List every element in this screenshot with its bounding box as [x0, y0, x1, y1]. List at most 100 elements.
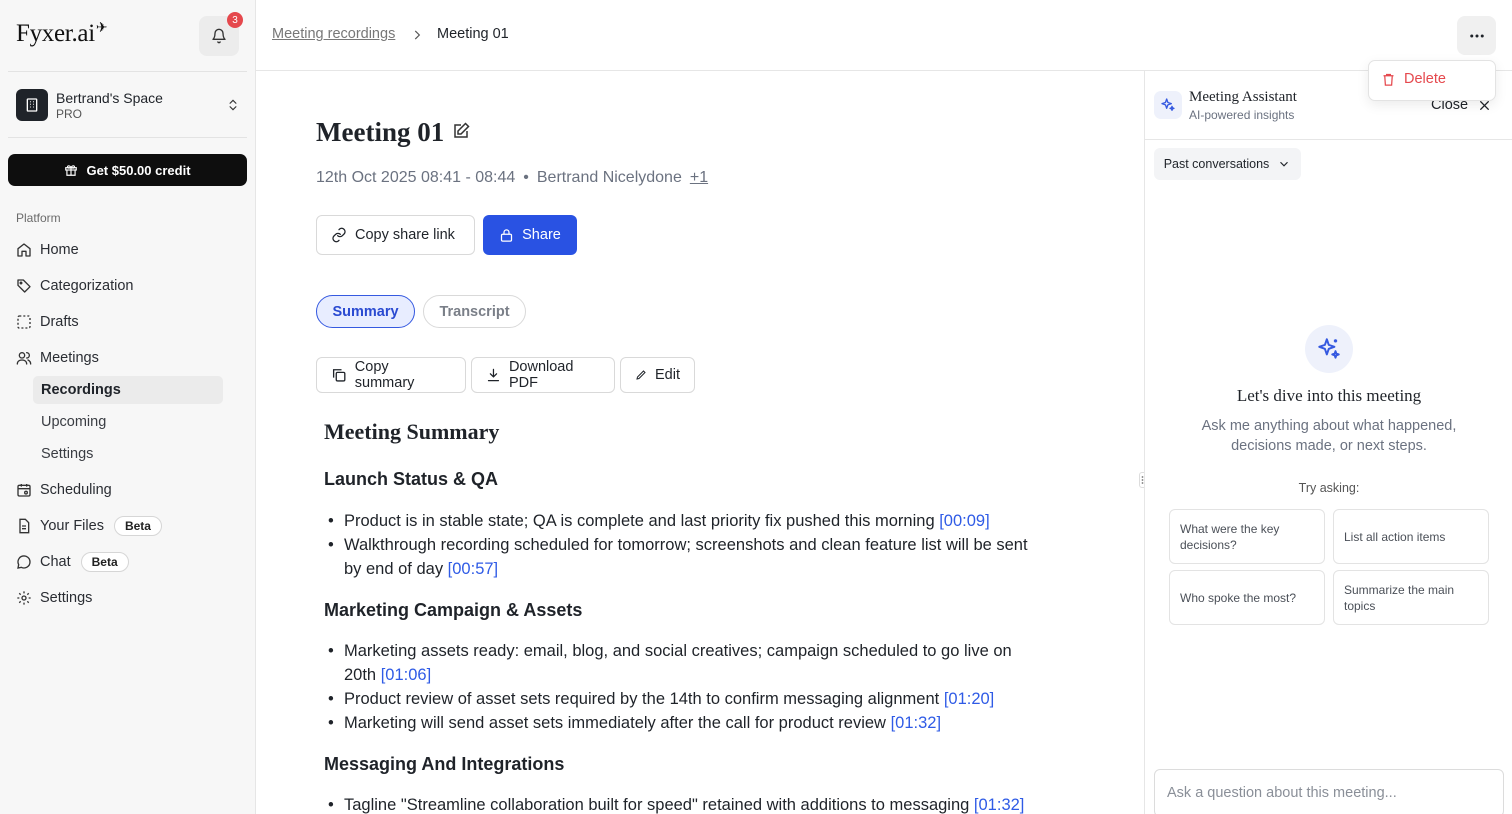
- chevron-right-icon: [414, 30, 421, 40]
- tab-summary[interactable]: Summary: [316, 295, 415, 328]
- timestamp-link[interactable]: [01:32]: [974, 796, 1024, 814]
- sidebar-item-settings[interactable]: Settings: [16, 586, 92, 610]
- tag-icon: [17, 279, 31, 293]
- edit-label: Edit: [655, 367, 680, 383]
- list-item: Tagline "Streamline collaboration built …: [324, 793, 1064, 814]
- beta-badge: Beta: [113, 516, 162, 536]
- sidebar-item-your-files[interactable]: Your Files Beta: [16, 514, 162, 538]
- bullet-list: Product is in stable state; QA is comple…: [324, 509, 1029, 581]
- sidebar-item-label: Scheduling: [40, 482, 112, 498]
- edit-title-icon[interactable]: [452, 122, 470, 140]
- more-options-menu: Delete: [1368, 60, 1496, 101]
- ask-question-input[interactable]: [1154, 769, 1504, 814]
- timestamp-link[interactable]: [01:06]: [381, 666, 431, 684]
- meeting-meta: 12th Oct 2025 08:41 - 08:44 • Bertrand N…: [316, 169, 708, 187]
- tab-transcript[interactable]: Transcript: [423, 295, 526, 328]
- section-heading: Marketing Campaign & Assets: [324, 600, 583, 620]
- section-heading: Launch Status & QA: [324, 469, 499, 489]
- sidebar-item-label: Drafts: [40, 314, 79, 330]
- sidebar-item-chat[interactable]: Chat Beta: [16, 550, 129, 574]
- gear-icon: [17, 591, 31, 605]
- timestamp-link[interactable]: [00:57]: [448, 560, 498, 578]
- bullet-text: Product review of asset sets required by…: [344, 690, 940, 708]
- sidebar-item-scheduling[interactable]: Scheduling: [16, 478, 112, 502]
- workspace-plan: PRO: [56, 106, 83, 121]
- list-item: Marketing assets ready: email, blog, and…: [324, 639, 1029, 687]
- bullet-list: Tagline "Streamline collaboration built …: [324, 793, 1064, 814]
- assistant-subtitle: AI-powered insights: [1189, 108, 1295, 122]
- copy-summary-button[interactable]: Copy summary: [316, 357, 466, 393]
- suggestion-chip[interactable]: Summarize the main topics: [1333, 570, 1489, 625]
- suggestion-chip[interactable]: List all action items: [1333, 509, 1489, 564]
- timestamp-link[interactable]: [00:09]: [939, 512, 989, 530]
- past-conversations-dropdown[interactable]: Past conversations: [1154, 148, 1301, 180]
- sidebar-item-meetings[interactable]: Meetings: [16, 346, 99, 370]
- breadcrumb-meeting-recordings[interactable]: Meeting recordings: [272, 26, 395, 42]
- summary-title: Meeting Summary: [324, 419, 500, 444]
- assistant-title: Meeting Assistant: [1189, 89, 1297, 105]
- sidebar-item-categorization[interactable]: Categorization: [16, 274, 134, 298]
- bullet-text: Product is in stable state; QA is comple…: [344, 512, 935, 530]
- list-item: Product review of asset sets required by…: [324, 687, 1029, 711]
- delete-menu-item[interactable]: Delete: [1381, 71, 1446, 87]
- more-options-button[interactable]: [1457, 16, 1496, 55]
- bullet-text: Walkthrough recording scheduled for tomo…: [344, 536, 1028, 578]
- delete-label: Delete: [1404, 71, 1446, 87]
- timestamp-link[interactable]: [01:32]: [891, 714, 941, 732]
- bullet-list: Marketing assets ready: email, blog, and…: [324, 639, 1029, 735]
- sidebar-item-home[interactable]: Home: [16, 238, 79, 262]
- copy-share-link-button[interactable]: Copy share link: [316, 215, 475, 255]
- link-icon: [332, 227, 346, 243]
- chevrons-up-down-icon: [229, 99, 237, 111]
- bullet-text: Marketing assets ready: email, blog, and…: [344, 642, 1012, 684]
- more-horizontal-icon: [1469, 34, 1484, 37]
- bullet-text: Marketing will send asset sets immediate…: [344, 714, 886, 732]
- home-icon: [17, 243, 31, 257]
- breadcrumb-current: Meeting 01: [437, 26, 509, 42]
- sidebar-item-drafts[interactable]: Drafts: [16, 310, 79, 334]
- sidebar-subitem-upcoming[interactable]: Upcoming: [33, 408, 223, 436]
- download-pdf-button[interactable]: Download PDF: [471, 357, 615, 393]
- share-label: Share: [522, 227, 561, 243]
- copy-share-link-label: Copy share link: [355, 227, 455, 243]
- copy-summary-label: Copy summary: [354, 359, 415, 391]
- pencil-icon: [636, 370, 646, 380]
- suggestion-chip[interactable]: Who spoke the most?: [1169, 570, 1325, 625]
- paper-plane-icon: ✈: [95, 21, 108, 36]
- chevron-down-icon: [1280, 161, 1289, 167]
- copy-icon: [332, 369, 346, 382]
- get-credit-button[interactable]: Get $50.00 credit: [8, 154, 247, 186]
- logo-text: Fyxer.ai: [16, 20, 95, 47]
- sparkles-icon: [1305, 325, 1353, 373]
- logo[interactable]: Fyxer.ai✈: [16, 20, 108, 48]
- chat-icon: [17, 555, 31, 569]
- workspace-switcher[interactable]: Bertrand's Space PRO: [16, 88, 240, 122]
- divider: [8, 71, 247, 72]
- timestamp-link[interactable]: [01:20]: [944, 690, 994, 708]
- more-attendees-link[interactable]: +1: [690, 169, 708, 187]
- list-item: Product is in stable state; QA is comple…: [324, 509, 1029, 533]
- lock-icon: [501, 228, 513, 242]
- suggestion-chip[interactable]: What were the key decisions?: [1169, 509, 1325, 564]
- trash-icon: [1383, 73, 1394, 86]
- sidebar-subitem-recordings[interactable]: Recordings: [33, 376, 223, 404]
- divider: [8, 137, 247, 138]
- edit-summary-button[interactable]: Edit: [620, 357, 695, 393]
- sidebar-item-label: Your Files: [40, 518, 104, 534]
- app-window: Fyxer.ai✈ 3 Bertrand's Space PRO Get $50…: [0, 0, 1512, 814]
- users-icon: [16, 352, 32, 365]
- sidebar-item-label: Categorization: [40, 278, 134, 294]
- get-credit-label: Get $50.00 credit: [86, 162, 191, 178]
- section-heading: Messaging And Integrations: [324, 754, 565, 774]
- meeting-assistant-panel: Meeting Assistant AI-powered insights Cl…: [1144, 71, 1512, 814]
- empty-state-title: Let's dive into this meeting: [1236, 386, 1422, 405]
- sidebar-subitem-settings[interactable]: Settings: [33, 440, 223, 468]
- bullet-text: Tagline "Streamline collaboration built …: [344, 796, 970, 814]
- building-icon: [16, 89, 48, 121]
- share-button[interactable]: Share: [483, 215, 577, 255]
- try-asking-label: Try asking:: [1298, 481, 1360, 495]
- top-bar: Meeting recordings Meeting 01: [256, 0, 1512, 71]
- sidebar-item-label: Meetings: [40, 350, 99, 366]
- file-icon: [19, 518, 30, 534]
- sidebar-item-label: Chat: [40, 554, 71, 570]
